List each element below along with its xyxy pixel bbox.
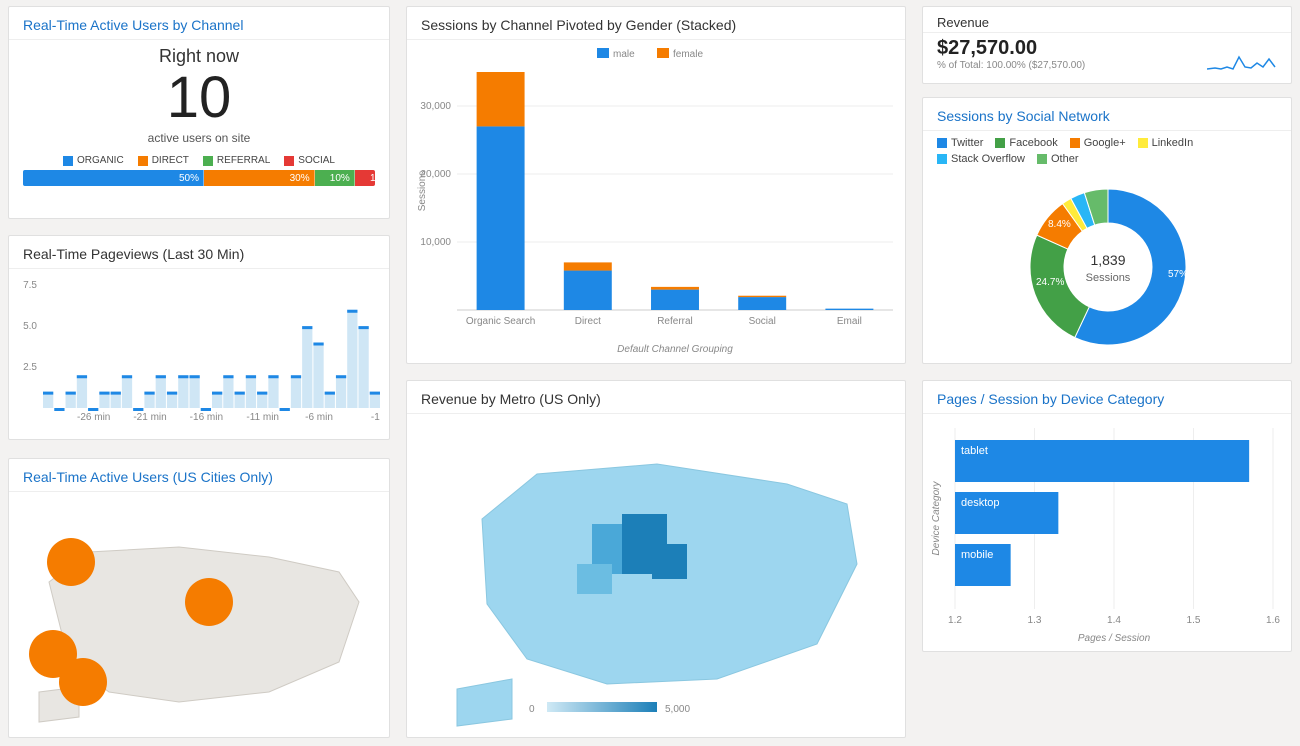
card-title-revenue: Revenue <box>923 7 1291 33</box>
card-revenue-metro: Revenue by Metro (US Only) 0 5,000 <box>406 380 906 738</box>
svg-text:Device Category: Device Category <box>931 481 942 556</box>
channel-bar-segment: 10% <box>355 170 375 186</box>
legend-item: Facebook <box>995 137 1057 149</box>
svg-text:1.3: 1.3 <box>1028 615 1042 626</box>
svg-text:5.0: 5.0 <box>23 321 37 332</box>
revenue-amount: $27,570.00 <box>937 37 1085 60</box>
card-title-realtime-users: Real-Time Active Users by Channel <box>9 7 389 40</box>
city-dot <box>47 538 95 586</box>
revenue-metro-map: 0 5,000 <box>407 414 907 734</box>
svg-text:-11 min: -11 min <box>246 412 279 423</box>
card-title-sessions-stacked: Sessions by Channel Pivoted by Gender (S… <box>407 7 905 40</box>
svg-text:Sessions: Sessions <box>1086 272 1131 284</box>
svg-text:8.4%: 8.4% <box>1048 219 1071 230</box>
svg-text:Direct: Direct <box>575 316 601 327</box>
revenue-sparkline <box>1207 47 1277 71</box>
svg-text:-26 min: -26 min <box>77 412 110 423</box>
card-sessions-stacked: Sessions by Channel Pivoted by Gender (S… <box>406 6 906 364</box>
legend-item: DIRECT <box>138 155 189 166</box>
svg-text:-6 min: -6 min <box>305 412 333 423</box>
channel-bar-segment: 30% <box>204 170 315 186</box>
right-now-label: Right now <box>9 46 389 67</box>
svg-text:Organic Search: Organic Search <box>466 316 535 327</box>
svg-text:10,000: 10,000 <box>420 237 451 248</box>
card-title-us-cities: Real-Time Active Users (US Cities Only) <box>9 459 389 492</box>
svg-text:Email: Email <box>837 316 862 327</box>
svg-text:Pages / Session: Pages / Session <box>1078 633 1151 644</box>
svg-text:1,839: 1,839 <box>1090 252 1125 268</box>
svg-text:0: 0 <box>529 704 535 715</box>
svg-text:female: female <box>673 49 703 60</box>
svg-text:Referral: Referral <box>657 316 693 327</box>
svg-text:2.5: 2.5 <box>23 362 37 373</box>
card-title-social: Sessions by Social Network <box>923 98 1291 131</box>
city-dot <box>59 658 107 706</box>
svg-text:30,000: 30,000 <box>420 101 451 112</box>
channel-bar-segment: 50% <box>23 170 204 186</box>
svg-text:desktop: desktop <box>961 497 1000 509</box>
svg-text:tablet: tablet <box>961 445 988 457</box>
svg-text:mobile: mobile <box>961 549 993 561</box>
svg-text:Sessions: Sessions <box>417 171 428 212</box>
card-title-device: Pages / Session by Device Category <box>923 381 1291 414</box>
legend-item: ORGANIC <box>63 155 124 166</box>
legend-item: Google+ <box>1070 137 1126 149</box>
card-revenue: Revenue $27,570.00 % of Total: 100.00% (… <box>922 6 1292 84</box>
svg-text:5,000: 5,000 <box>665 704 690 715</box>
revenue-sub: % of Total: 100.00% ($27,570.00) <box>937 60 1085 71</box>
legend-item: Stack Overflow <box>937 153 1025 165</box>
active-users-sublabel: active users on site <box>9 131 389 145</box>
card-pageviews: Real-Time Pageviews (Last 30 Min) 7.5 5.0… <box>8 235 390 440</box>
sessions-stacked-chart: malefemale30,00020,00010,000Organic Sear… <box>407 40 907 360</box>
channel-bar-segment: 10% <box>315 170 355 186</box>
card-realtime-users: Real-Time Active Users by Channel Right … <box>8 6 390 219</box>
svg-text:-1: -1 <box>371 412 380 423</box>
svg-text:1.4: 1.4 <box>1107 615 1121 626</box>
svg-text:-16 min: -16 min <box>190 412 223 423</box>
card-title-revenue-metro: Revenue by Metro (US Only) <box>407 381 905 414</box>
pageviews-chart: 7.5 5.0 2.5 -26 min -21 min -16 min -11 min -6 … <box>9 269 391 434</box>
legend-item: Twitter <box>937 137 983 149</box>
svg-text:-21 min: -21 min <box>133 412 166 423</box>
svg-text:24.7%: 24.7% <box>1036 277 1064 288</box>
svg-text:7.5: 7.5 <box>23 280 37 291</box>
active-users-count: 10 <box>9 69 389 127</box>
card-social: Sessions by Social Network Twitter Facebo… <box>922 97 1292 364</box>
social-donut-chart: 1,839 Sessions 57% 24.7% 8.4% <box>923 167 1293 362</box>
us-cities-map <box>9 492 391 732</box>
card-device: Pages / Session by Device Category 1.21.… <box>922 380 1292 652</box>
svg-text:1.6: 1.6 <box>1266 615 1280 626</box>
svg-text:57%: 57% <box>1168 269 1188 280</box>
device-bar-chart: 1.2 1.3 1.4 1.5 1.6 tablet desktop mobile Device… <box>923 414 1293 649</box>
legend-item: LinkedIn <box>1138 137 1194 149</box>
svg-text:male: male <box>613 49 635 60</box>
legend-item: Other <box>1037 153 1079 165</box>
legend-item: SOCIAL <box>284 155 335 166</box>
card-us-cities: Real-Time Active Users (US Cities Only) <box>8 458 390 738</box>
svg-text:1.5: 1.5 <box>1187 615 1201 626</box>
svg-text:Default Channel Grouping: Default Channel Grouping <box>617 344 733 355</box>
legend-item: REFERRAL <box>203 155 270 166</box>
city-dot <box>185 578 233 626</box>
card-title-pageviews: Real-Time Pageviews (Last 30 Min) <box>9 236 389 269</box>
svg-text:1.2: 1.2 <box>948 615 962 626</box>
svg-text:Social: Social <box>749 316 776 327</box>
